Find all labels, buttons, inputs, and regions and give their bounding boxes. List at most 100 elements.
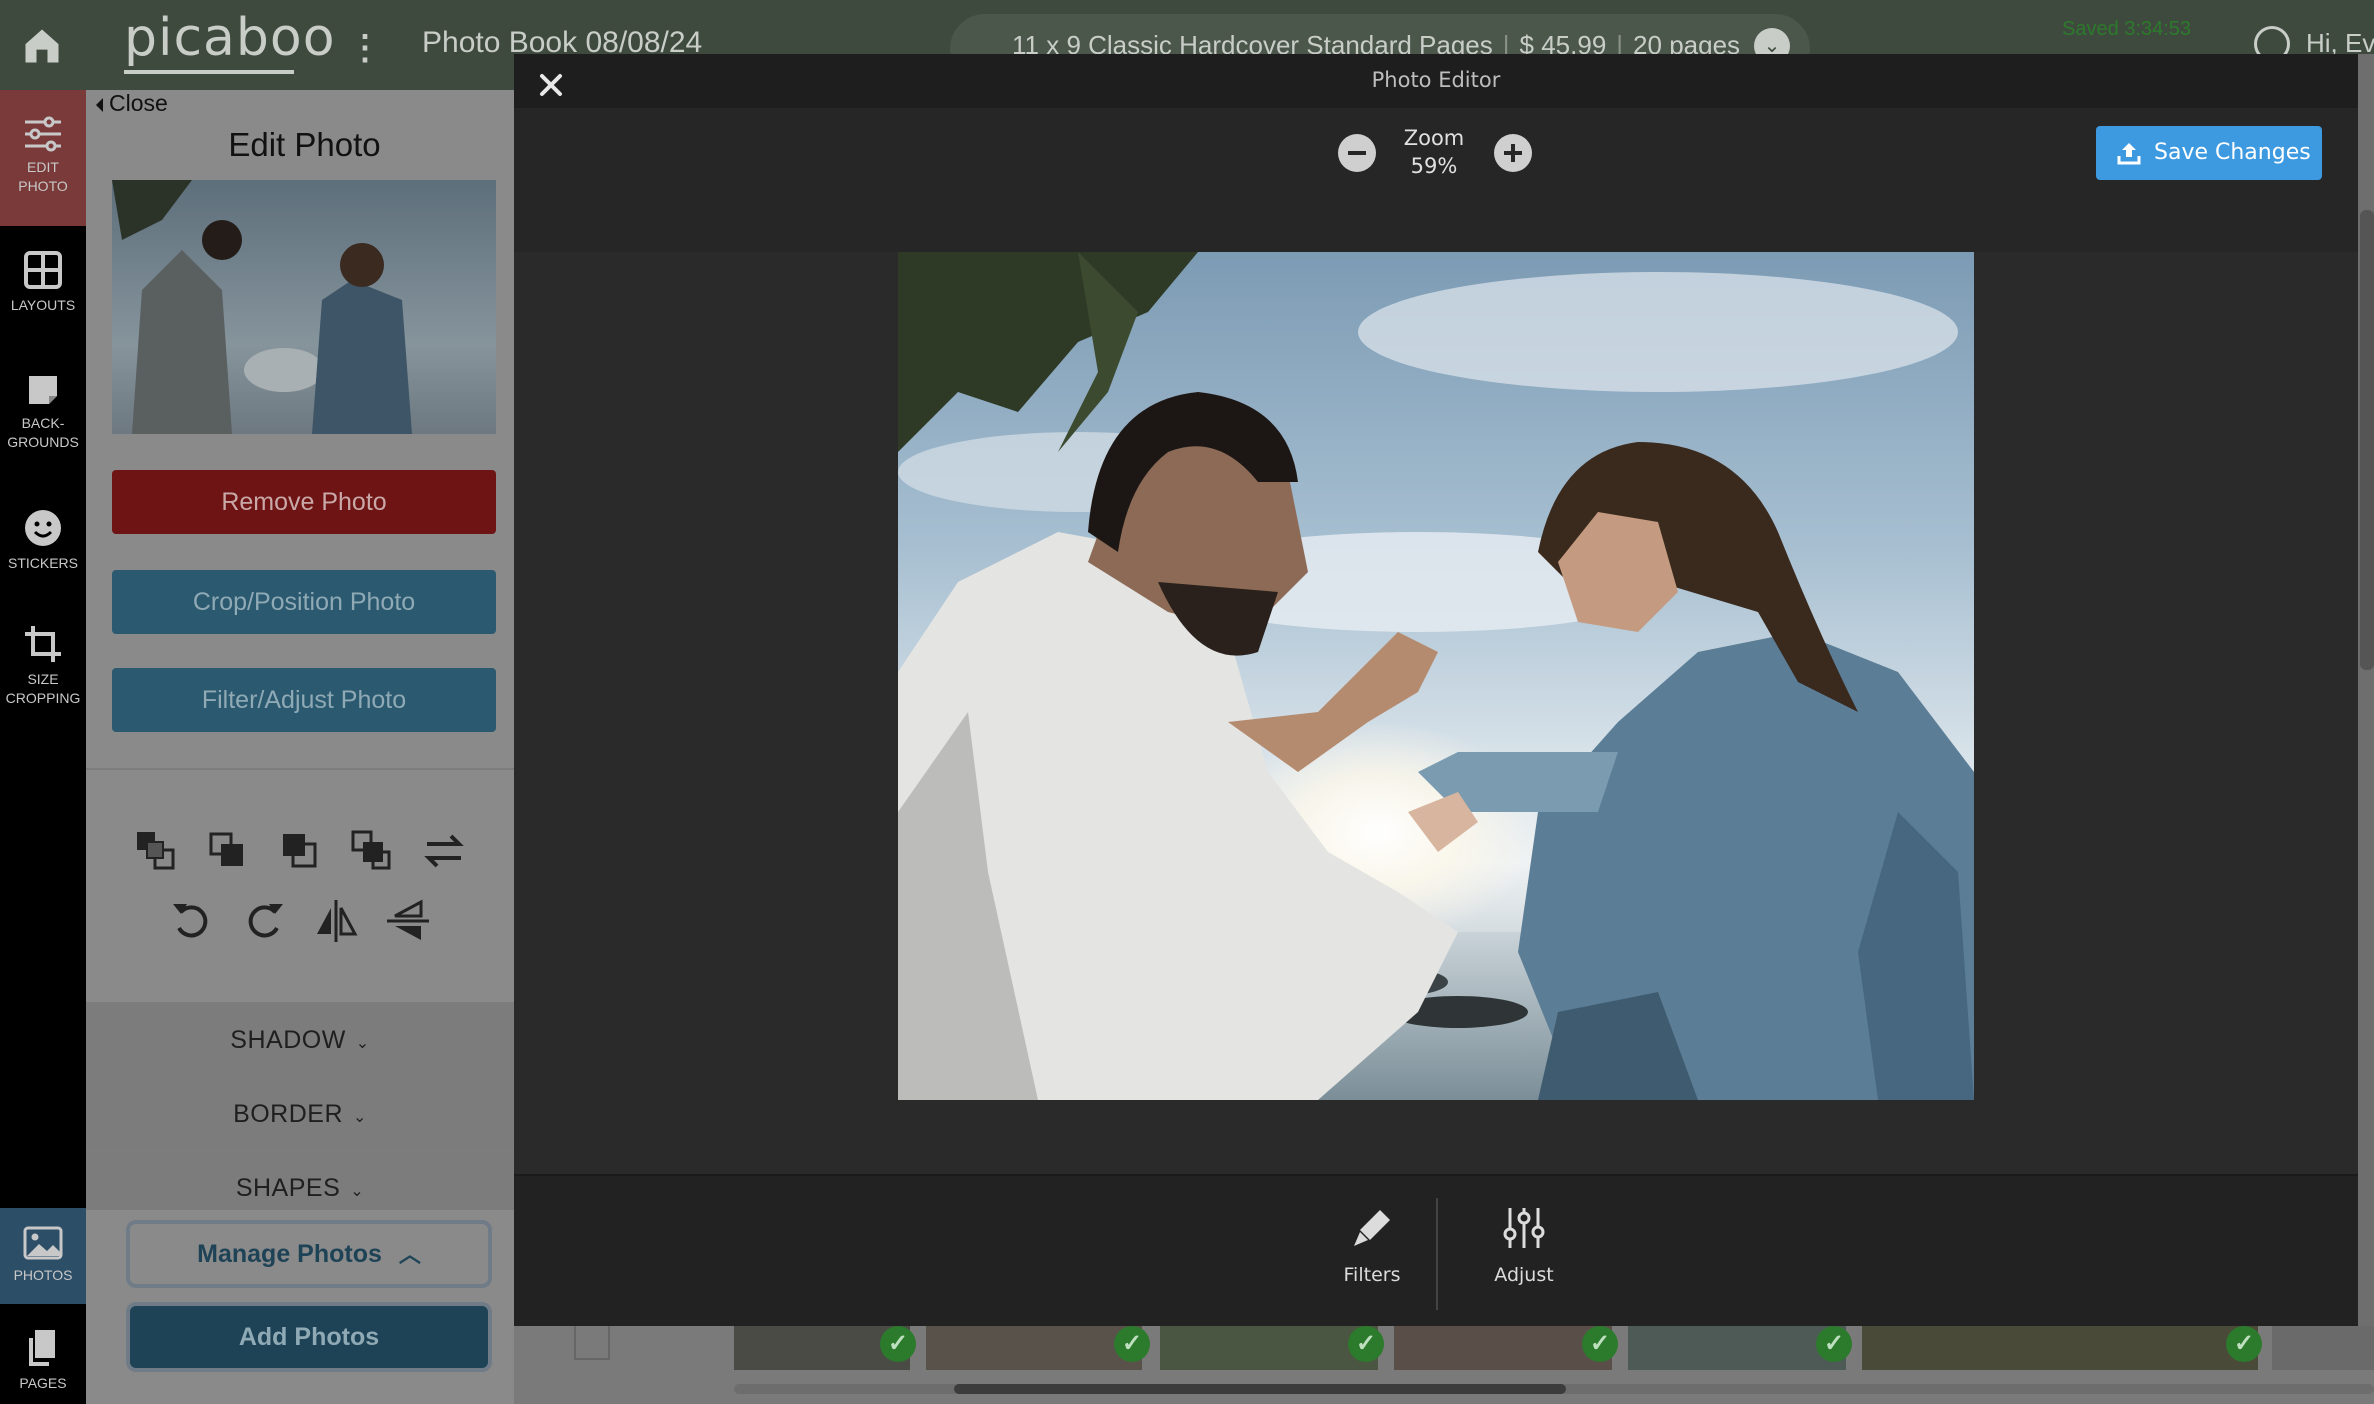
shadow-section[interactable]: SHADOW ⌄	[86, 1002, 514, 1076]
zoom-in-icon[interactable]	[1494, 134, 1532, 172]
home-icon[interactable]	[20, 24, 64, 68]
panel-title: Edit Photo	[228, 126, 381, 163]
close-panel-link[interactable]: Close	[96, 90, 168, 117]
rail-photos[interactable]: PHOTOS	[0, 1208, 86, 1304]
chevron-down-icon: ⌄	[350, 1183, 365, 1200]
bring-to-front-icon[interactable]	[133, 828, 179, 874]
edit-photo-panel: Close Edit Photo Remove Photo Crop/Posit…	[86, 90, 514, 1404]
rail-edit-photo[interactable]: EDIT PHOTO	[0, 90, 98, 226]
save-changes-button[interactable]: Save Changes	[2096, 126, 2322, 180]
rail-label: EDIT	[27, 159, 59, 175]
remove-photo-button[interactable]: Remove Photo	[112, 470, 496, 534]
add-photos-button[interactable]: Add Photos	[126, 1302, 492, 1372]
rail-layouts[interactable]: LAYOUTS	[0, 250, 86, 350]
manage-photos-button[interactable]: Manage Photos ︿	[126, 1220, 492, 1288]
filmstrip-thumb[interactable]	[1628, 1326, 1846, 1370]
border-label: BORDER	[233, 1100, 344, 1128]
picaboo-logo[interactable]: picaboo	[124, 8, 336, 68]
filmstrip-scroll-thumb[interactable]	[954, 1384, 1566, 1394]
adjust-label: Adjust	[1494, 1264, 1554, 1286]
swap-icon[interactable]	[421, 828, 467, 874]
crop-position-button[interactable]: Crop/Position Photo	[112, 570, 496, 634]
footer-divider	[1436, 1198, 1438, 1310]
filter-adjust-button[interactable]: Filter/Adjust Photo	[112, 668, 496, 732]
save-changes-label: Save Changes	[2154, 140, 2311, 165]
filmstrip-thumb[interactable]	[1394, 1326, 1612, 1370]
rail-label: SIZE	[27, 671, 59, 687]
rail-pages[interactable]: PAGES	[0, 1328, 86, 1404]
rail-label: STICKERS	[7, 555, 78, 571]
image-icon	[23, 1226, 63, 1260]
rail-backgrounds[interactable]: BACK- GROUNDS	[0, 372, 86, 482]
tool-rail: EDIT PHOTO LAYOUTS BACK- GROUNDS STICKER…	[0, 90, 98, 1404]
rail-label: CROPPING	[5, 690, 81, 706]
check-icon: ✓	[1816, 1326, 1852, 1362]
modal-header: Photo Editor	[514, 54, 2358, 108]
filters-tool[interactable]: Filters	[1312, 1206, 1432, 1286]
filters-label: Filters	[1343, 1264, 1401, 1286]
close-label: Close	[109, 90, 168, 116]
sliders-icon	[25, 116, 61, 152]
check-icon: ✓	[2226, 1326, 2262, 1362]
filmstrip-thumb[interactable]	[1160, 1326, 1378, 1370]
photo-editor-modal: Photo Editor Zoom 59% Save Changes Filte…	[514, 54, 2358, 1326]
chevron-down-icon: ⌄	[353, 1109, 367, 1126]
upload-icon	[2117, 143, 2141, 165]
manage-photos-label: Manage Photos	[197, 1240, 382, 1268]
transform-tools	[86, 898, 514, 944]
pages-icon	[29, 1330, 55, 1366]
panel-divider	[86, 768, 514, 770]
photo-thumbnail	[112, 180, 496, 434]
rail-label: GROUNDS	[7, 434, 79, 450]
adjust-sliders-icon	[1503, 1208, 1545, 1248]
rail-label: PHOTO	[18, 178, 68, 194]
couple-photo-image	[898, 252, 1974, 1100]
rail-label: BACK-	[21, 415, 65, 431]
layouts-icon	[24, 251, 62, 289]
select-checkbox[interactable]	[574, 1326, 610, 1360]
zoom-label: Zoom	[1403, 126, 1465, 150]
crop-icon	[25, 626, 61, 662]
border-section[interactable]: BORDER ⌄	[86, 1076, 514, 1150]
rotate-left-icon[interactable]	[169, 898, 215, 944]
filmstrip-thumb[interactable]	[1862, 1326, 2258, 1370]
smiley-icon	[25, 510, 61, 546]
rail-stickers[interactable]: STICKERS	[0, 508, 86, 608]
rotate-right-icon[interactable]	[241, 898, 287, 944]
brush-icon	[1354, 1210, 1390, 1246]
more-options-icon[interactable]: ⋮	[348, 28, 382, 68]
flip-horizontal-icon[interactable]	[313, 898, 359, 944]
editor-canvas	[514, 252, 2358, 1228]
adjust-tool[interactable]: Adjust	[1464, 1206, 1584, 1286]
shadow-label: SHADOW	[230, 1026, 346, 1054]
shapes-section[interactable]: SHAPES ⌄	[86, 1150, 514, 1210]
flip-vertical-icon[interactable]	[385, 898, 431, 944]
shapes-label: SHAPES	[235, 1174, 341, 1202]
check-icon: ✓	[880, 1326, 916, 1362]
filmstrip-thumb[interactable]	[2272, 1326, 2374, 1370]
rail-label: LAYOUTS	[10, 297, 76, 313]
check-icon: ✓	[1114, 1326, 1150, 1362]
editor-footer: Filters Adjust	[514, 1174, 2358, 1326]
send-backward-icon[interactable]	[277, 828, 323, 874]
editable-photo[interactable]	[898, 252, 1974, 1100]
check-icon: ✓	[1348, 1326, 1384, 1362]
zoom-value: 59%	[1410, 154, 1458, 178]
saved-status: Saved 3:34:53	[2062, 18, 2191, 40]
bring-forward-icon[interactable]	[205, 828, 251, 874]
filmstrip-thumb[interactable]	[926, 1326, 1142, 1370]
zoom-out-icon[interactable]	[1338, 134, 1376, 172]
check-icon: ✓	[1582, 1326, 1618, 1362]
caret-left-icon	[96, 97, 103, 112]
rail-label: PAGES	[19, 1375, 67, 1391]
rail-size-cropping[interactable]: SIZE CROPPING	[0, 624, 86, 754]
send-to-back-icon[interactable]	[349, 828, 395, 874]
rail-label: PHOTOS	[13, 1267, 73, 1283]
chevron-up-icon: ︿	[398, 1242, 421, 1267]
page-scrollbar[interactable]	[2360, 210, 2374, 670]
photo-thumbnail-image	[112, 180, 496, 434]
arrange-tools	[86, 828, 514, 874]
backgrounds-icon	[29, 376, 57, 404]
chevron-down-icon: ⌄	[355, 1035, 370, 1052]
modal-title: Photo Editor	[1371, 68, 1501, 92]
